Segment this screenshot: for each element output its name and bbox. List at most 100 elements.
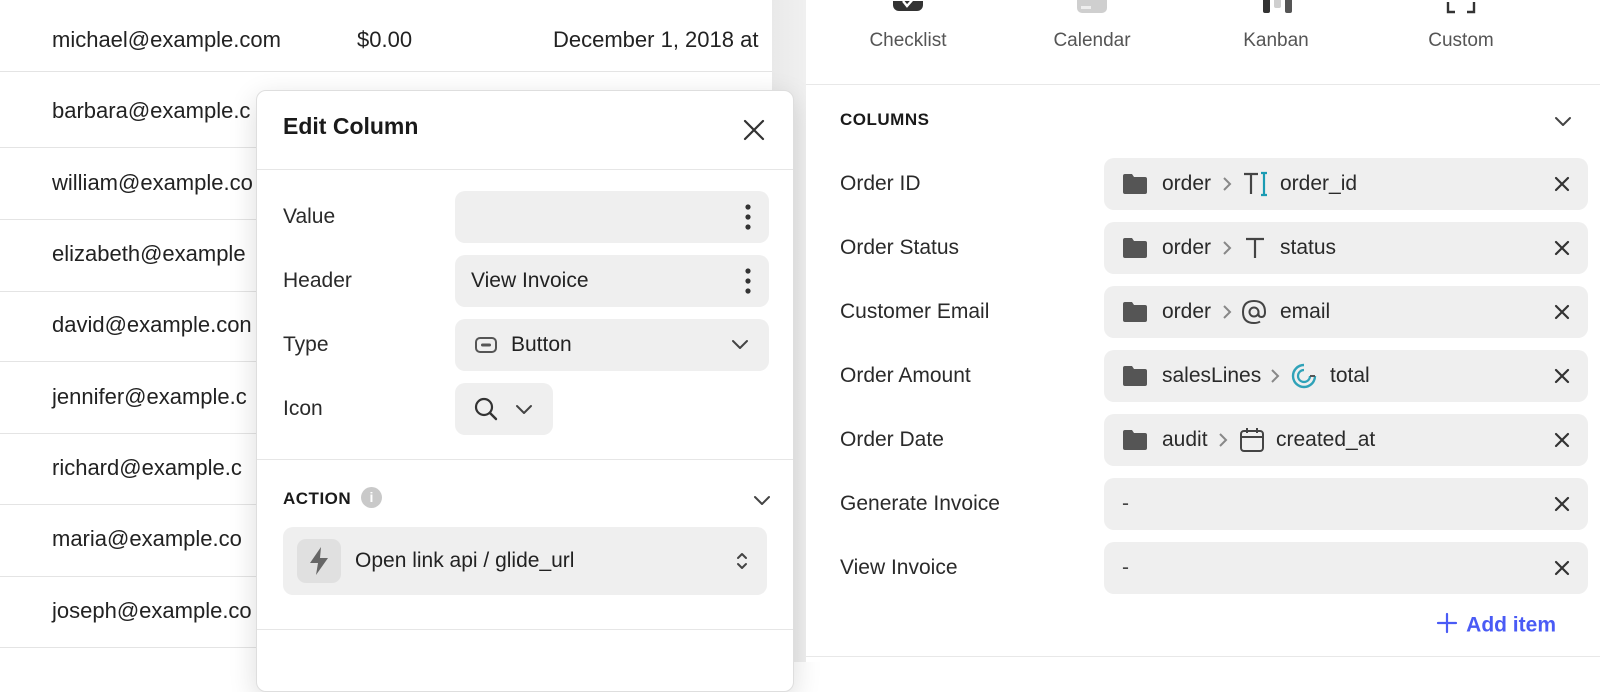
column-row: Generate Invoice -: [840, 478, 1600, 530]
email-cell: william@example.co: [52, 170, 253, 195]
bolt-icon: [297, 539, 341, 583]
value-label: Value: [283, 205, 336, 228]
type-label: Type: [283, 333, 329, 356]
field-name: order_id: [1280, 172, 1358, 195]
section-divider: [257, 459, 793, 460]
chevron-right-icon: [1218, 431, 1228, 449]
date-cell: December 1, 2018 at: [553, 27, 759, 52]
field-name: status: [1280, 236, 1337, 259]
column-source-field[interactable]: order email: [1104, 286, 1588, 338]
checklist-icon: [892, 0, 924, 18]
calendar-icon: [1076, 0, 1108, 19]
folder-icon: [1122, 237, 1148, 259]
edit-column-modal: Edit Column Value Header View Invoice Ty…: [256, 90, 794, 692]
modal-title: Edit Column: [283, 113, 419, 139]
icon-picker[interactable]: [455, 383, 553, 435]
column-label: Order Date: [840, 428, 944, 451]
type-row: Type Button: [283, 319, 769, 371]
remove-icon[interactable]: [1552, 238, 1572, 258]
column-label: Order Status: [840, 236, 960, 259]
remove-icon[interactable]: [1552, 302, 1572, 322]
amount-cell: $0.00: [357, 27, 413, 52]
column-source-field[interactable]: -: [1104, 478, 1588, 530]
column-row: View Invoice -: [840, 542, 1600, 594]
column-source-field[interactable]: order status: [1104, 222, 1588, 274]
column-source-field[interactable]: salesLines total: [1104, 350, 1588, 402]
button-type-icon: [475, 337, 497, 358]
tab-checklist[interactable]: Checklist: [828, 0, 988, 80]
email-cell: david@example.con: [52, 312, 252, 337]
column-label: Order ID: [840, 172, 921, 195]
tab-calendar[interactable]: Calendar: [1012, 0, 1172, 80]
table-row[interactable]: michael@example.com $0.00 December 1, 20…: [0, 0, 772, 72]
column-row: Order Status order status: [840, 222, 1600, 274]
type-select[interactable]: Button: [455, 319, 769, 371]
value-row: Value: [283, 191, 769, 243]
empty-value: -: [1122, 492, 1129, 515]
chevron-right-icon: [1222, 303, 1232, 321]
tab-label: Calendar: [1053, 30, 1131, 51]
column-settings-panel: Checklist Calendar Kanban Custom COLUMNS…: [806, 0, 1600, 662]
calendar-icon: [1238, 426, 1266, 454]
folder-icon: [1122, 301, 1148, 323]
header-label: Header: [283, 269, 352, 292]
plus-icon: [1436, 612, 1458, 640]
tab-label: Custom: [1428, 30, 1494, 51]
info-icon[interactable]: i: [361, 487, 382, 508]
column-row: Order ID order order_id: [840, 158, 1600, 210]
text-cursor-icon: [1242, 170, 1270, 198]
header-field[interactable]: View Invoice: [455, 255, 769, 307]
action-select-text: Open link api / glide_url: [355, 549, 575, 572]
email-cell: michael@example.com: [52, 27, 281, 52]
chevron-down-icon[interactable]: [1554, 114, 1572, 128]
section-divider: [806, 656, 1600, 657]
column-label: View Invoice: [840, 556, 958, 579]
custom-icon: [1445, 0, 1477, 19]
path-segment: salesLines: [1162, 364, 1262, 387]
rollup-icon: [1290, 362, 1318, 390]
path-segment: order: [1162, 172, 1212, 195]
column-row: Order Amount salesLines total: [840, 350, 1600, 402]
header-row: Header View Invoice: [283, 255, 769, 307]
more-options-icon[interactable]: [745, 268, 751, 294]
kanban-icon: [1260, 0, 1292, 19]
column-row: Customer Email order email: [840, 286, 1600, 338]
remove-icon[interactable]: [1552, 366, 1572, 386]
remove-icon[interactable]: [1552, 430, 1572, 450]
icon-label: Icon: [283, 397, 323, 420]
chevron-down-icon[interactable]: [753, 493, 771, 507]
action-select[interactable]: Open link api / glide_url: [283, 527, 767, 595]
tab-label: Checklist: [869, 30, 947, 51]
at-icon: [1240, 298, 1268, 326]
add-item-label: Add item: [1466, 613, 1556, 637]
path-segment: order: [1162, 236, 1212, 259]
more-options-icon[interactable]: [745, 204, 751, 230]
remove-icon[interactable]: [1552, 174, 1572, 194]
chevron-right-icon: [1222, 239, 1232, 257]
email-cell: barbara@example.c: [52, 98, 251, 123]
path-segment: audit: [1162, 428, 1208, 451]
remove-icon[interactable]: [1552, 494, 1572, 514]
tab-label: Kanban: [1243, 30, 1309, 51]
column-source-field[interactable]: audit created_at: [1104, 414, 1588, 466]
tab-kanban[interactable]: Kanban: [1196, 0, 1356, 80]
email-cell: maria@example.co: [52, 526, 242, 551]
add-item-button[interactable]: Add item: [1436, 612, 1556, 640]
tab-custom[interactable]: Custom: [1381, 0, 1541, 80]
section-divider: [806, 84, 1600, 85]
field-name: created_at: [1276, 428, 1376, 451]
folder-icon: [1122, 173, 1148, 195]
column-source-field[interactable]: order order_id: [1104, 158, 1588, 210]
action-section-title: ACTION: [283, 489, 352, 508]
empty-value: -: [1122, 556, 1129, 579]
chevron-down-icon: [515, 402, 533, 421]
remove-icon[interactable]: [1552, 558, 1572, 578]
chevron-right-icon: [1270, 367, 1280, 385]
column-row: Order Date audit created_at: [840, 414, 1600, 466]
text-icon: [1242, 234, 1270, 262]
close-icon[interactable]: [739, 115, 769, 145]
section-divider: [257, 629, 793, 630]
email-cell: jennifer@example.c: [52, 384, 247, 409]
column-source-field[interactable]: -: [1104, 542, 1588, 594]
value-field[interactable]: [455, 191, 769, 243]
